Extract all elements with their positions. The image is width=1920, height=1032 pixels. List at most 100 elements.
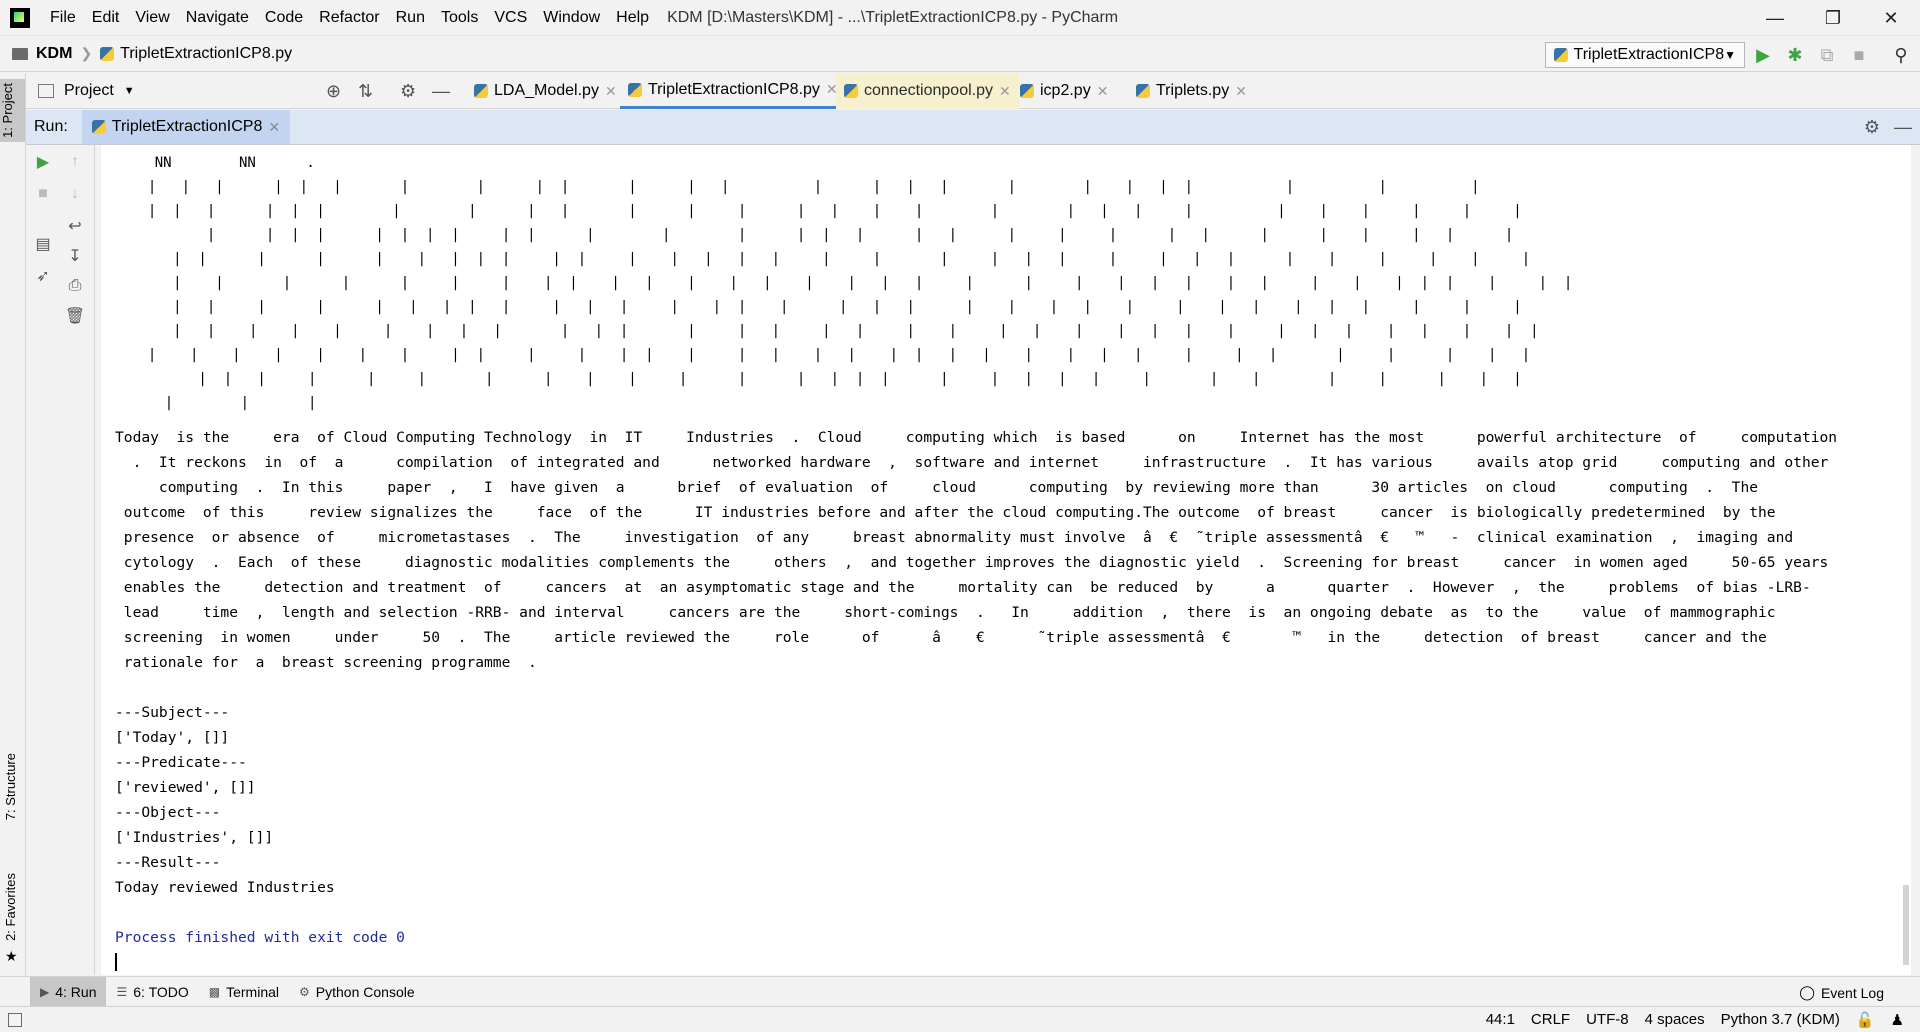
- tab-terminal[interactable]: ▩ Terminal: [199, 977, 289, 1007]
- arrow-down-icon[interactable]: ↓: [64, 183, 86, 205]
- arrow-up-icon[interactable]: ↑: [64, 151, 86, 173]
- file-encoding[interactable]: UTF-8: [1586, 1011, 1629, 1028]
- close-icon[interactable]: ✕: [1235, 83, 1247, 100]
- menu-code[interactable]: Code: [257, 9, 311, 27]
- rerun-icon[interactable]: ▶: [32, 151, 54, 173]
- menu-window[interactable]: Window: [535, 9, 608, 27]
- run-tab-label: TripletExtractionICP8: [111, 118, 263, 135]
- gear-icon[interactable]: ⚙: [400, 81, 416, 102]
- cursor-position[interactable]: 44:1: [1486, 1011, 1515, 1028]
- menu-vcs[interactable]: VCS: [486, 9, 535, 27]
- python-file-icon: [100, 46, 115, 61]
- debug-icon[interactable]: ✱: [1784, 44, 1806, 66]
- stop-icon[interactable]: ■: [32, 183, 54, 205]
- text-cursor: [115, 953, 117, 971]
- print-icon[interactable]: ⎙: [64, 275, 86, 297]
- event-log-button[interactable]: ◯ Event Log: [1799, 984, 1884, 1001]
- menu-refactor[interactable]: Refactor: [311, 9, 387, 27]
- menu-help[interactable]: Help: [608, 9, 657, 27]
- lock-icon[interactable]: 🔓: [1856, 1011, 1875, 1029]
- project-view-selector[interactable]: Project ▼: [38, 82, 135, 100]
- collapse-icon[interactable]: ⇅: [358, 81, 373, 102]
- layout-toggle-icon[interactable]: [8, 1013, 22, 1027]
- breadcrumb-separator-icon: ❯: [80, 45, 93, 61]
- output-object-value: ['Industries', []]: [115, 829, 274, 846]
- tab-terminal-label: Terminal: [226, 983, 280, 1000]
- restore-icon[interactable]: ❐: [1804, 0, 1862, 36]
- output-result-header: ---Result---: [115, 854, 221, 871]
- tool-row: Project ▼ ⊕ ⇅ ⚙ — LDA_Model.py ✕ Triplet…: [0, 73, 1920, 109]
- tab-project-vertical[interactable]: 1: Project: [0, 79, 25, 142]
- project-label: Project: [64, 82, 114, 99]
- close-icon[interactable]: ✕: [1862, 0, 1920, 36]
- scroll-to-end-icon[interactable]: ↧: [64, 245, 86, 267]
- tab-run[interactable]: ▶ 4: Run: [30, 976, 107, 1007]
- event-log-label: Event Log: [1820, 984, 1884, 1001]
- layout-icon[interactable]: ▤: [32, 233, 54, 255]
- minimize-icon[interactable]: —: [1746, 0, 1804, 36]
- tab-icp2[interactable]: icp2.py ✕: [1012, 73, 1116, 109]
- menu-run[interactable]: Run: [388, 9, 433, 27]
- python-file-icon: [628, 82, 642, 97]
- breadcrumb-project[interactable]: KDM: [36, 45, 72, 63]
- menu-navigate[interactable]: Navigate: [178, 9, 257, 27]
- close-icon[interactable]: ✕: [999, 83, 1011, 100]
- list-icon: ☰: [116, 984, 128, 999]
- tab-label: TripletExtractionICP8.py: [648, 80, 820, 98]
- close-icon[interactable]: ✕: [1097, 83, 1109, 100]
- person-icon[interactable]: ♟: [1891, 1011, 1904, 1029]
- hide-icon[interactable]: —: [432, 81, 450, 102]
- parse-tree-line: | | | | | | | | | | | | | | | | | | | | …: [131, 179, 1480, 195]
- python-file-icon: [1554, 48, 1568, 62]
- gear-icon[interactable]: ⚙: [1864, 117, 1880, 138]
- tab-python-console[interactable]: ⚙ Python Console: [289, 977, 425, 1007]
- title-menu-bar: File Edit View Navigate Code Refactor Ru…: [0, 0, 1920, 36]
- star-icon: ★: [5, 948, 18, 964]
- menu-edit[interactable]: Edit: [84, 9, 128, 27]
- pin-icon[interactable]: ➶: [32, 265, 54, 287]
- line-separator[interactable]: CRLF: [1531, 1011, 1570, 1028]
- status-bar: 44:1 CRLF UTF-8 4 spaces Python 3.7 (KDM…: [0, 1006, 1920, 1032]
- tab-structure-vertical[interactable]: 7: Structure: [3, 753, 18, 820]
- indent-setting[interactable]: 4 spaces: [1645, 1011, 1705, 1028]
- parse-tree-line: | | | | | | | | | | | | | | | | | | | | …: [131, 251, 1531, 267]
- run-tab-tripletextraction[interactable]: TripletExtractionICP8 ✕: [81, 110, 291, 144]
- tab-lda-model[interactable]: LDA_Model.py ✕: [466, 73, 625, 109]
- search-icon[interactable]: ⚲: [1890, 44, 1912, 66]
- parse-tree-line: | | | | | | | | | | | | | | | | | | | | …: [131, 323, 1539, 339]
- console-output[interactable]: NN NN . | | | | | | | | | | | | | | | | …: [101, 145, 1911, 975]
- coverage-icon[interactable]: ⧉: [1816, 44, 1838, 66]
- output-object-header: ---Object---: [115, 804, 221, 821]
- run-icon[interactable]: ▶: [1752, 44, 1774, 66]
- python-file-icon: [474, 84, 488, 98]
- run-configuration-label: TripletExtractionICP8: [1573, 46, 1725, 63]
- tab-connectionpool[interactable]: connectionpool.py ✕: [836, 73, 1019, 109]
- python-file-icon: [91, 120, 106, 134]
- hide-icon[interactable]: —: [1894, 117, 1912, 138]
- trash-icon[interactable]: 🗑: [64, 305, 86, 327]
- python-file-icon: [844, 84, 858, 98]
- scrollbar[interactable]: [1903, 885, 1909, 965]
- output-line: lead time , length and selection -RRB- a…: [115, 604, 1776, 621]
- breadcrumb-file[interactable]: TripletExtractionICP8.py: [120, 45, 292, 63]
- close-icon[interactable]: ✕: [605, 83, 617, 100]
- close-icon[interactable]: ✕: [268, 119, 280, 136]
- soft-wrap-icon[interactable]: ↩: [64, 215, 86, 237]
- tab-triplets[interactable]: Triplets.py ✕: [1128, 73, 1255, 109]
- output-line: screening in women under 50 . The articl…: [115, 629, 1767, 646]
- python-interpreter[interactable]: Python 3.7 (KDM): [1721, 1011, 1840, 1028]
- tab-tripletextraction[interactable]: TripletExtractionICP8.py ✕: [620, 73, 846, 109]
- output-predicate-value: ['reviewed', []]: [115, 779, 256, 796]
- locate-icon[interactable]: ⊕: [326, 81, 341, 102]
- tab-todo[interactable]: ☰ 6: TODO: [106, 977, 198, 1007]
- run-configuration-select[interactable]: TripletExtractionICP8 ▼: [1545, 42, 1745, 68]
- menu-tools[interactable]: Tools: [433, 9, 486, 27]
- menu-file[interactable]: File: [42, 9, 84, 27]
- parse-tree-line: | | | | | | | | | | | | | | | | | | | | …: [131, 227, 1514, 243]
- terminal-icon: ▩: [208, 984, 221, 999]
- parse-tree-line: | | | | | | | | | | | | | | | | | | | | …: [131, 275, 1573, 291]
- tab-favorites-vertical[interactable]: 2: Favorites: [3, 873, 18, 941]
- output-line: presence or absence of micrometastases .…: [115, 529, 1794, 546]
- menu-view[interactable]: View: [127, 9, 177, 27]
- stop-icon[interactable]: ■: [1848, 44, 1870, 66]
